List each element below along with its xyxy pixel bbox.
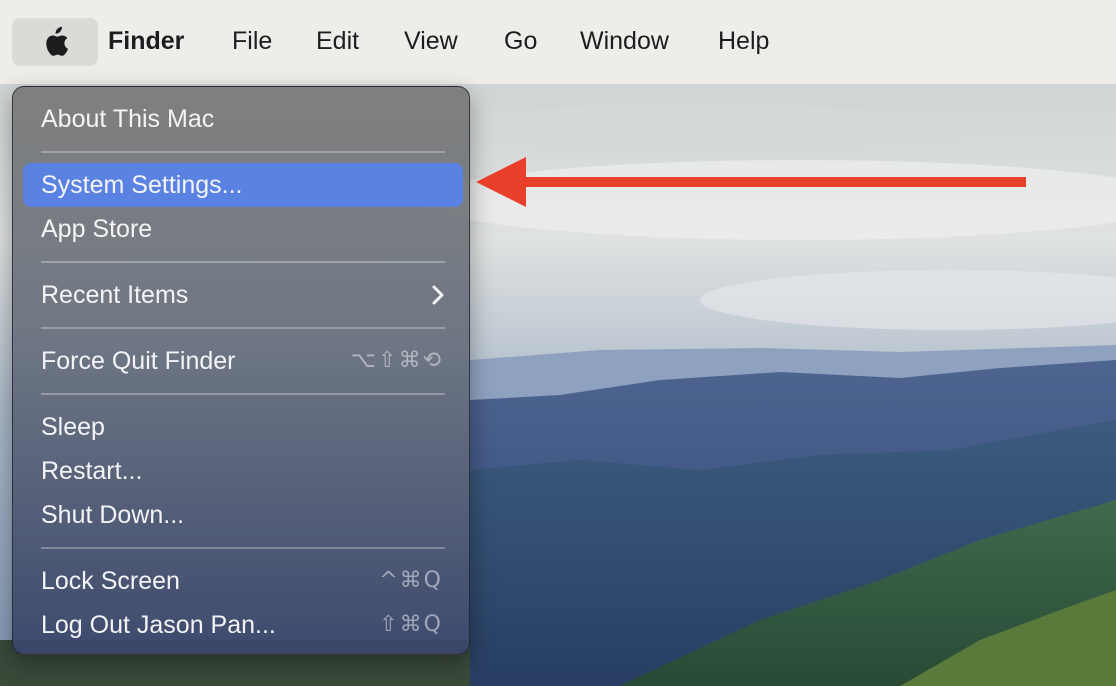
menu-item-label: Force Quit Finder [41,347,236,375]
menu-item-label: Shut Down... [41,501,185,529]
menu-item-restart[interactable]: Restart... [23,449,463,493]
menu-item-label: System Settings... [41,171,243,199]
menu-item-lock-screen[interactable]: Lock Screen ^⌘Q [23,559,463,603]
apple-menu-dropdown: About This Mac System Settings... App St… [12,86,470,655]
menu-item-label: About This Mac [41,105,215,133]
menu-separator [41,327,445,329]
menubar-help[interactable]: Help [718,24,769,58]
menu-item-recent-items[interactable]: Recent Items [23,273,463,317]
menu-item-label: Log Out Jason Pan... [41,611,276,639]
menu-separator [41,393,445,395]
keyboard-shortcut: ^⌘Q [379,568,443,593]
menu-item-label: Lock Screen [41,567,180,595]
menu-item-sleep[interactable]: Sleep [23,405,463,449]
apple-menu-button[interactable] [12,18,98,66]
menu-item-force-quit[interactable]: Force Quit Finder ⌥⇧⌘⟲ [23,339,463,383]
left-arrow-icon [476,157,1026,207]
menu-separator [41,151,445,153]
menu-separator [41,547,445,549]
menu-item-log-out[interactable]: Log Out Jason Pan... ⇧⌘Q [23,603,463,647]
menubar-edit[interactable]: Edit [316,24,359,58]
menu-item-label: App Store [41,215,153,243]
menu-item-label: Sleep [41,413,105,441]
chevron-right-icon [432,285,444,305]
menu-item-label: Restart... [41,457,143,485]
menu-item-label: Recent Items [41,281,189,309]
apple-logo-icon [46,26,68,56]
menu-separator [41,261,445,263]
menu-item-app-store[interactable]: App Store [23,207,463,251]
menubar-go[interactable]: Go [504,24,537,58]
keyboard-shortcut: ⇧⌘Q [379,612,443,637]
menubar-file[interactable]: File [232,24,272,58]
menu-item-about-this-mac[interactable]: About This Mac [23,97,463,141]
menu-bar: Finder File Edit View Go Window Help [0,0,1116,84]
menu-item-system-settings[interactable]: System Settings... [23,163,463,207]
keyboard-shortcut: ⌥⇧⌘⟲ [350,348,443,373]
menu-item-shut-down[interactable]: Shut Down... [23,493,463,537]
menubar-window[interactable]: Window [580,24,669,58]
menubar-view[interactable]: View [404,24,458,58]
menubar-finder[interactable]: Finder [108,24,184,58]
